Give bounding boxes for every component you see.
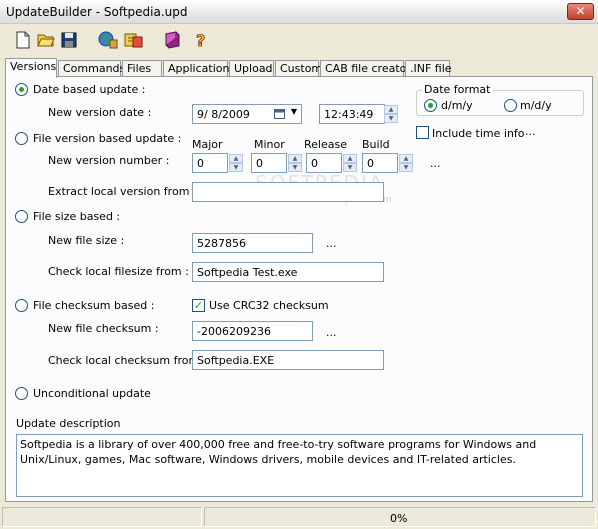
chevron-down-icon[interactable]: ▼ <box>291 107 297 116</box>
title-bar[interactable]: UpdateBuilder - Softpedia.upd ✕ <box>0 0 598 24</box>
date-based-radio[interactable] <box>15 83 28 96</box>
check-local-checksum-field[interactable]: Softpedia.EXE <box>192 350 384 370</box>
file-size-based-label: File size based : <box>33 210 121 223</box>
new-file-checksum-label: New file checksum : <box>48 322 159 335</box>
use-crc32-label: Use CRC32 checksum <box>209 299 329 312</box>
date-format-dmy-radio[interactable] <box>424 99 437 112</box>
include-time-info-checkbox[interactable] <box>416 126 429 139</box>
release-field[interactable]: 0 <box>306 153 342 173</box>
tab-custom[interactable]: Custom <box>275 60 322 77</box>
window-title: UpdateBuilder - Softpedia.upd <box>6 5 188 19</box>
about-question-icon[interactable]: ? <box>192 31 210 51</box>
file-checksum-based-label: File checksum based : <box>33 299 155 312</box>
progress-text: 0% <box>390 512 408 525</box>
import-icon[interactable] <box>124 31 143 49</box>
tab-inf-file[interactable]: .INF file <box>405 60 452 77</box>
extract-local-version-field[interactable] <box>192 182 384 202</box>
include-time-info-label: Include time info <box>432 127 525 140</box>
date-value: 9/ 8/2009 <box>197 108 250 121</box>
release-spinner[interactable]: ▲ ▼ <box>343 154 357 172</box>
release-header: Release <box>304 138 347 151</box>
unconditional-update-label: Unconditional update <box>33 387 151 400</box>
help-book-icon[interactable] <box>163 31 181 49</box>
date-format-mdy-label: m/d/y <box>520 99 552 112</box>
file-version-based-label: File version based update : <box>33 132 182 145</box>
date-format-group: Date format d/m/y m/d/y <box>416 83 584 116</box>
include-time-more-button[interactable]: ... <box>525 125 536 138</box>
main-window: UpdateBuilder - Softpedia.upd ✕ ? Versio… <box>0 0 598 529</box>
file-size-more-button[interactable]: ... <box>326 237 337 250</box>
new-file-size-field[interactable]: 5287856 <box>192 233 313 253</box>
use-crc32-checkbox[interactable]: ✓ <box>192 299 205 312</box>
tab-files[interactable]: Files <box>122 60 162 77</box>
date-picker[interactable]: 9/ 8/2009 ▼ <box>192 104 302 124</box>
update-description-label: Update description <box>16 417 121 430</box>
build-spinner[interactable]: ▲ ▼ <box>399 154 413 172</box>
date-format-dmy-label: d/m/y <box>441 99 473 112</box>
new-version-number-label: New version number : <box>48 154 170 167</box>
tab-upload[interactable]: Upload <box>229 60 274 77</box>
check-local-checksum-label: Check local checksum from : <box>48 354 207 367</box>
svg-text:?: ? <box>196 31 205 49</box>
tab-commands[interactable]: Commands <box>58 60 125 77</box>
date-based-label: Date based update : <box>33 83 146 96</box>
date-format-legend: Date format <box>422 83 493 96</box>
minor-header: Minor <box>254 138 285 151</box>
close-button[interactable]: ✕ <box>567 3 594 20</box>
file-checksum-based-radio[interactable] <box>15 299 28 312</box>
checksum-more-button[interactable]: ... <box>326 326 337 339</box>
major-header: Major <box>192 138 223 151</box>
save-icon[interactable] <box>60 31 78 49</box>
extract-local-version-label: Extract local version from : <box>48 185 197 198</box>
status-segment-left <box>2 507 202 527</box>
check-local-filesize-field[interactable]: Softpedia Test.exe <box>192 262 384 282</box>
tab-cab-file-creator[interactable]: CAB file creator <box>320 60 411 77</box>
build-field[interactable]: 0 <box>362 153 398 173</box>
update-description-textarea[interactable]: Softpedia is a library of over 400,000 f… <box>16 434 583 497</box>
minor-field[interactable]: 0 <box>251 153 287 173</box>
time-field[interactable]: 12:43:49 <box>319 104 385 124</box>
toolbar: ? <box>0 25 598 55</box>
status-bar: 0% <box>0 505 598 529</box>
unconditional-update-radio[interactable] <box>15 387 28 400</box>
tab-application[interactable]: Application <box>163 60 229 77</box>
major-field[interactable]: 0 <box>192 153 228 173</box>
date-format-mdy-radio[interactable] <box>504 99 517 112</box>
time-value: 12:43:49 <box>324 108 374 121</box>
file-size-based-radio[interactable] <box>15 210 28 223</box>
calendar-icon[interactable] <box>274 108 285 122</box>
version-more-button[interactable]: ... <box>430 157 441 170</box>
check-local-filesize-label: Check local filesize from : <box>48 265 189 278</box>
minor-spinner[interactable]: ▲ ▼ <box>288 154 302 172</box>
tab-versions[interactable]: Versions <box>5 58 57 78</box>
new-file-checksum-field[interactable]: -2006209236 <box>192 321 313 341</box>
build-header: Build <box>362 138 390 151</box>
publish-globe-icon[interactable] <box>98 31 118 49</box>
new-version-date-label: New version date : <box>48 106 152 119</box>
file-version-based-radio[interactable] <box>15 132 28 145</box>
open-folder-icon[interactable] <box>37 31 55 49</box>
major-spinner[interactable]: ▲ ▼ <box>229 154 243 172</box>
new-file-size-label: New file size : <box>48 234 125 247</box>
versions-panel: SOFTPEDIA www.softpedia.com Date based u… <box>5 76 593 502</box>
new-file-icon[interactable] <box>14 31 32 49</box>
time-spinner[interactable]: ▲ ▼ <box>384 105 398 123</box>
